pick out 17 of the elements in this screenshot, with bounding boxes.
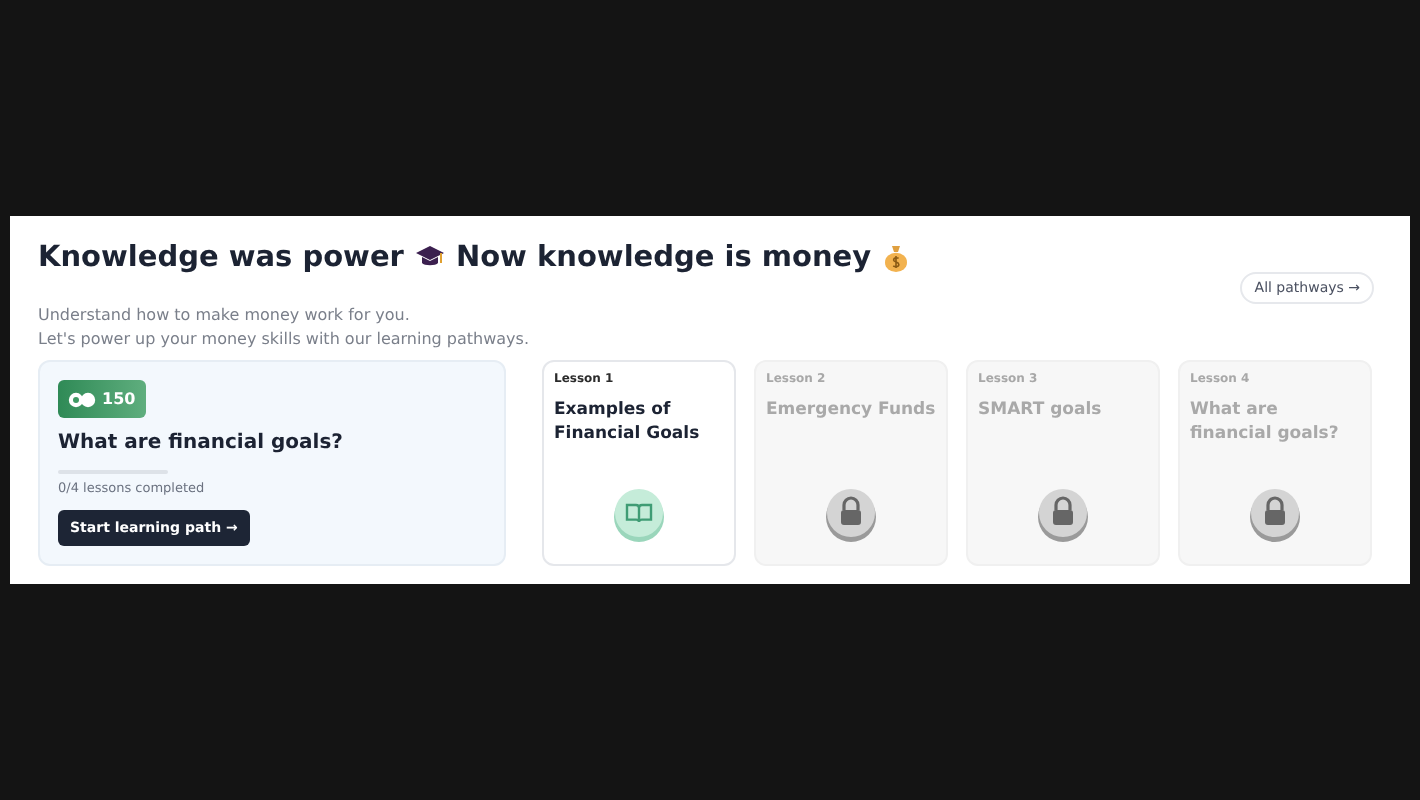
lesson-title: SMART goals	[978, 398, 1104, 422]
book-icon	[612, 488, 666, 542]
subtitle-text: Let's power up your money skills with our learning pathways.	[38, 328, 529, 352]
graduation-cap-icon	[415, 246, 444, 270]
lesson-title: Emergency Funds	[766, 398, 936, 422]
pathway-title: What are financial goals?	[58, 432, 343, 455]
subtitle-text: Understand how to make money work for you.	[38, 304, 412, 328]
coins-icon	[68, 391, 96, 408]
page-title: Now knowledge is money	[455, 242, 872, 274]
lesson-title: Examples of Financial Goals	[554, 398, 702, 446]
money-bag-icon	[883, 244, 908, 272]
points-text: 150	[102, 390, 136, 409]
lock-icon	[824, 488, 878, 542]
page-title: Knowledge was power	[38, 242, 404, 274]
lesson-title: What are financial goals?	[1190, 398, 1341, 446]
lock-icon	[1248, 488, 1302, 542]
lock-icon	[1036, 488, 1090, 542]
